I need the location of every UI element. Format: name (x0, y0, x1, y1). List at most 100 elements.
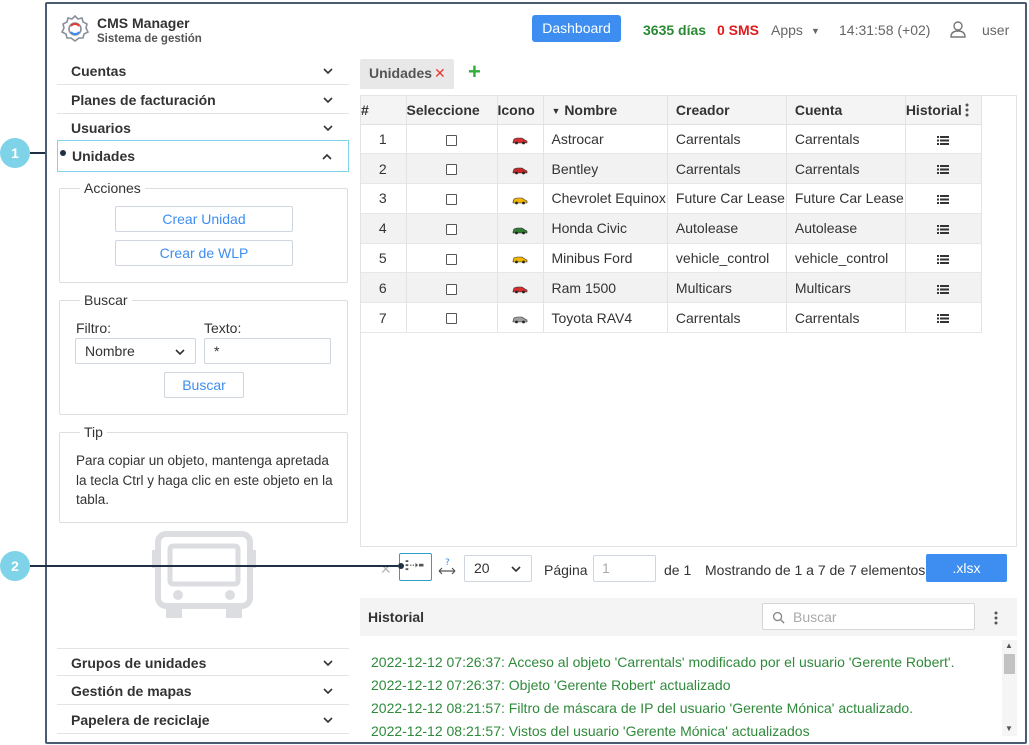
row-checkbox[interactable] (445, 134, 457, 146)
row-checkbox[interactable] (445, 164, 457, 176)
caret-down-icon[interactable]: ▼ (811, 26, 820, 36)
page-input[interactable]: 1 (593, 555, 656, 582)
filter-label: Filtro: (76, 320, 111, 336)
row-checkbox[interactable] (445, 224, 457, 236)
export-xlsx-button[interactable]: .xlsx (926, 554, 1007, 582)
sidebar-item-unidades[interactable]: Unidades (57, 140, 349, 172)
svg-text:?: ? (445, 558, 450, 568)
scroll-up-icon[interactable]: ▲ (1005, 641, 1013, 650)
history-scrollbar[interactable]: ▲ ▼ (1002, 640, 1017, 736)
history-search-input[interactable]: Buscar (762, 603, 975, 630)
tab-unidades[interactable]: Unidades ✕ (360, 59, 454, 89)
sidebar-item-grupos[interactable]: Grupos de unidades (57, 648, 349, 676)
history-cell[interactable] (905, 183, 982, 214)
search-button[interactable]: Buscar (164, 372, 244, 398)
history-cell[interactable] (905, 213, 982, 244)
chevron-down-icon (323, 660, 333, 667)
units-grid: # Seleccione Icono ▼ Nombre Creador Cuen… (361, 96, 982, 334)
scroll-thumb[interactable] (1004, 654, 1015, 674)
sms-counter: 0 SMS (717, 22, 760, 38)
user-icon[interactable] (949, 20, 967, 38)
history-entry: 2022-12-12 08:21:57: Filtro de máscara d… (371, 700, 914, 716)
history-cell[interactable] (905, 272, 982, 304)
list-icon[interactable] (936, 254, 949, 264)
filter-select[interactable]: Nombre (75, 338, 196, 364)
list-icon[interactable] (936, 284, 949, 294)
chevron-down-icon (323, 125, 333, 132)
table-row[interactable]: 7 Toyota RAV4 Carrentals Carrentals (361, 302, 982, 334)
row-checkbox[interactable] (445, 283, 457, 295)
sidebar-item-mapas[interactable]: Gestión de mapas (57, 677, 349, 705)
col-creator-header[interactable]: Creador (667, 96, 787, 125)
table-menu-icon[interactable] (964, 102, 970, 118)
history-cell[interactable] (905, 124, 982, 155)
callout-1: 1 (0, 138, 30, 168)
col-num-header: # (361, 96, 407, 125)
create-unit-button[interactable]: Crear Unidad (115, 206, 293, 232)
history-entry: 2022-12-12 08:21:57: Vistos del usuario … (371, 723, 810, 739)
row-num: 2 (361, 153, 407, 185)
unit-name[interactable]: Honda Civic (543, 213, 668, 244)
history-menu-icon[interactable] (993, 610, 999, 626)
unit-name[interactable]: Chevrolet Equinox (543, 183, 668, 214)
scroll-down-icon[interactable]: ▼ (1005, 724, 1013, 733)
row-checkbox-cell[interactable] (406, 153, 498, 185)
columns-config-button[interactable] (399, 553, 432, 581)
fit-width-icon[interactable]: ? (437, 557, 457, 577)
row-checkbox[interactable] (445, 313, 457, 325)
unit-name[interactable]: Minibus Ford (543, 243, 668, 274)
sidebar-item-planes[interactable]: Planes de facturación (57, 86, 349, 114)
row-checkbox-cell[interactable] (406, 213, 498, 244)
sidebar-item-papelera[interactable]: Papelera de reciclaje (57, 706, 349, 734)
page-size-select[interactable]: 20 (464, 555, 532, 582)
close-icon[interactable]: ✕ (434, 59, 446, 87)
list-icon[interactable] (936, 135, 949, 145)
table-row[interactable]: 4 Honda Civic Autolease Autolease (361, 213, 982, 244)
buscar-legend: Buscar (80, 292, 132, 308)
unit-icon-cell (497, 243, 544, 274)
create-from-wlp-button[interactable]: Crear de WLP (115, 240, 293, 266)
clear-filter-icon[interactable]: ✕ (380, 561, 392, 578)
list-icon[interactable] (936, 314, 949, 324)
history-cell[interactable] (905, 243, 982, 274)
table-row[interactable]: 1 Astrocar Carrentals Carrentals (361, 124, 982, 155)
col-account-header[interactable]: Cuenta (786, 96, 906, 125)
table-row[interactable]: 3 Chevrolet Equinox Future Car Lease Future… (361, 183, 982, 214)
unit-name[interactable]: Ram 1500 (543, 272, 668, 304)
unit-name[interactable]: Astrocar (543, 124, 668, 155)
sort-desc-icon: ▼ (551, 105, 561, 116)
history-cell[interactable] (905, 302, 982, 334)
user-menu[interactable]: user (982, 22, 1009, 38)
chevron-down-icon (175, 349, 185, 356)
unit-name[interactable]: Toyota RAV4 (543, 302, 668, 334)
sidebar-item-usuarios[interactable]: Usuarios (57, 114, 349, 142)
table-row[interactable]: 2 Bentley Carrentals Carrentals (361, 153, 982, 185)
list-icon[interactable] (936, 165, 949, 175)
search-text-input[interactable]: * (204, 338, 331, 364)
row-checkbox-cell[interactable] (406, 243, 498, 274)
apps-menu[interactable]: Apps (771, 22, 803, 38)
dashboard-button[interactable]: Dashboard (532, 15, 621, 42)
days-counter: 3635 días (643, 22, 707, 38)
chevron-up-icon (322, 153, 332, 160)
row-checkbox-cell[interactable] (406, 124, 498, 155)
row-checkbox-cell[interactable] (406, 272, 498, 304)
row-checkbox-cell[interactable] (406, 302, 498, 334)
col-name-header[interactable]: ▼ Nombre (543, 96, 668, 125)
list-icon[interactable] (936, 195, 949, 205)
history-cell[interactable] (905, 153, 982, 185)
row-checkbox-cell[interactable] (406, 183, 498, 214)
unit-name[interactable]: Bentley (543, 153, 668, 185)
row-checkbox[interactable] (445, 194, 457, 206)
add-tab-icon[interactable]: + (468, 59, 481, 85)
sidebar-item-label: Unidades (72, 148, 136, 164)
sidebar-item-cuentas[interactable]: Cuentas (57, 57, 349, 85)
unit-account: vehicle_control (786, 243, 906, 274)
table-row[interactable]: 6 Ram 1500 Multicars Multicars (361, 272, 982, 304)
row-checkbox[interactable] (445, 253, 457, 265)
unit-icon-cell (497, 124, 544, 155)
sidebar-item-label: Grupos de unidades (71, 655, 207, 671)
unit-account: Carrentals (786, 153, 906, 185)
table-row[interactable]: 5 Minibus Ford vehicle_control vehicle_cont… (361, 243, 982, 274)
list-icon[interactable] (936, 225, 949, 235)
